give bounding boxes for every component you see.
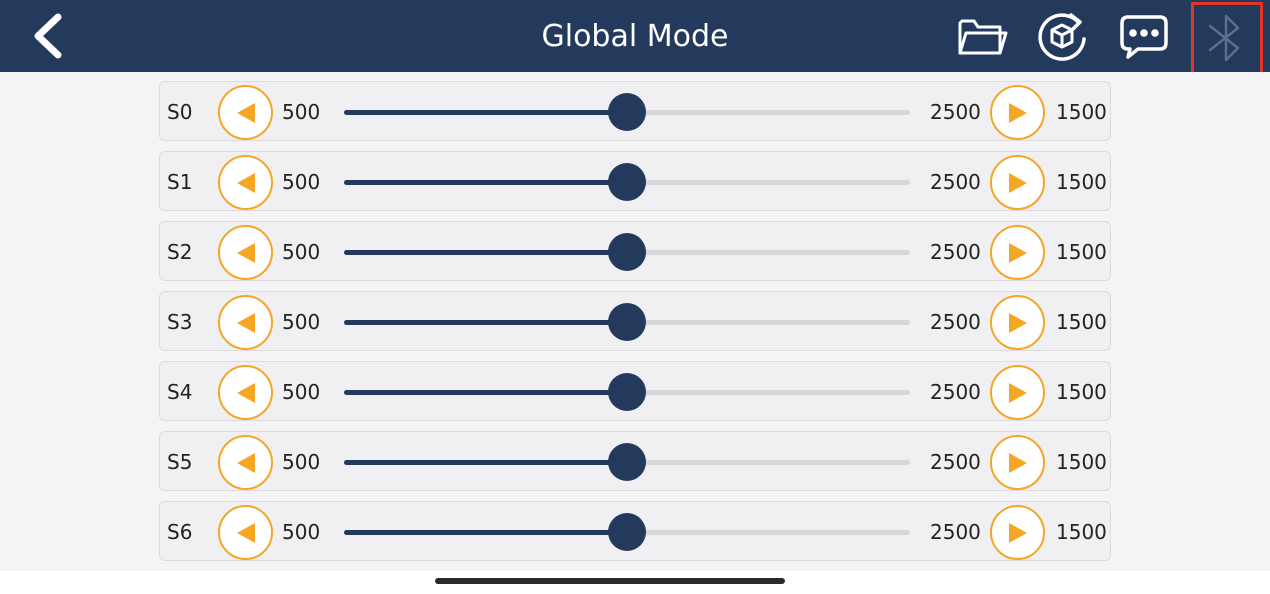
max-value: 2500 [930, 100, 981, 124]
decrease-button[interactable] [218, 155, 273, 210]
servo-slider[interactable] [344, 372, 910, 412]
triangle-left-icon [236, 242, 255, 263]
servo-slider[interactable] [344, 232, 910, 272]
increase-button[interactable] [990, 505, 1045, 560]
max-value: 2500 [930, 520, 981, 544]
servo-slider[interactable] [344, 302, 910, 342]
decrease-button[interactable] [218, 295, 273, 350]
increase-button[interactable] [990, 155, 1045, 210]
slider-fill [344, 530, 627, 535]
increase-button[interactable] [990, 365, 1045, 420]
servo-slider[interactable] [344, 512, 910, 552]
servo-row-s4: S4 500 2500 1500 [159, 361, 1111, 421]
triangle-right-icon [1008, 452, 1027, 473]
reset-button[interactable] [1034, 8, 1090, 64]
back-icon [34, 13, 62, 59]
decrease-button[interactable] [218, 505, 273, 560]
max-value: 2500 [930, 170, 981, 194]
servo-label: S0 [167, 100, 193, 124]
min-value: 500 [282, 450, 321, 474]
min-value: 500 [282, 520, 321, 544]
servo-row-s3: S3 500 2500 1500 [159, 291, 1111, 351]
min-value: 500 [282, 310, 321, 334]
slider-fill [344, 460, 627, 465]
decrease-button[interactable] [218, 435, 273, 490]
slider-thumb[interactable] [608, 443, 646, 481]
back-button[interactable] [26, 10, 70, 62]
servo-label: S4 [167, 380, 193, 404]
slider-thumb[interactable] [608, 303, 646, 341]
slider-thumb[interactable] [608, 373, 646, 411]
servo-slider[interactable] [344, 442, 910, 482]
current-value: 1500 [1056, 100, 1107, 124]
decrease-button[interactable] [218, 365, 273, 420]
triangle-left-icon [236, 102, 255, 123]
triangle-left-icon [236, 172, 255, 193]
top-bar: Global Mode [0, 0, 1270, 80]
increase-button[interactable] [990, 435, 1045, 490]
home-indicator[interactable] [435, 578, 785, 584]
triangle-right-icon [1008, 172, 1027, 193]
triangle-left-icon [236, 312, 255, 333]
increase-button[interactable] [990, 295, 1045, 350]
slider-fill [344, 180, 627, 185]
bottom-area [0, 571, 1270, 594]
bluetooth-highlight-box [1191, 2, 1263, 80]
current-value: 1500 [1056, 450, 1107, 474]
slider-fill [344, 250, 627, 255]
servo-label: S6 [167, 520, 193, 544]
max-value: 2500 [930, 240, 981, 264]
triangle-right-icon [1008, 312, 1027, 333]
folder-icon [958, 19, 1008, 55]
chat-bubble-icon [1120, 15, 1168, 59]
max-value: 2500 [930, 310, 981, 334]
message-button[interactable] [1116, 8, 1172, 64]
servo-slider[interactable] [344, 162, 910, 202]
triangle-left-icon [236, 522, 255, 543]
servo-row-s1: S1 500 2500 1500 [159, 151, 1111, 211]
servo-row-s0: S0 500 2500 1500 [159, 81, 1111, 141]
servo-label: S5 [167, 450, 193, 474]
max-value: 2500 [930, 450, 981, 474]
triangle-right-icon [1008, 242, 1027, 263]
current-value: 1500 [1056, 520, 1107, 544]
slider-fill [344, 320, 627, 325]
current-value: 1500 [1056, 170, 1107, 194]
triangle-right-icon [1008, 522, 1027, 543]
current-value: 1500 [1056, 240, 1107, 264]
max-value: 2500 [930, 380, 981, 404]
servo-row-s6: S6 500 2500 1500 [159, 501, 1111, 561]
servo-list: S0 500 2500 1500 S1 500 2500 1500 S2 500… [0, 72, 1270, 571]
slider-thumb[interactable] [608, 93, 646, 131]
decrease-button[interactable] [218, 225, 273, 280]
slider-thumb[interactable] [608, 163, 646, 201]
slider-fill [344, 110, 627, 115]
slider-thumb[interactable] [608, 513, 646, 551]
increase-button[interactable] [990, 85, 1045, 140]
decrease-button[interactable] [218, 85, 273, 140]
rotate-cube-icon [1038, 13, 1086, 61]
folder-button[interactable] [954, 8, 1010, 64]
triangle-right-icon [1008, 102, 1027, 123]
servo-label: S1 [167, 170, 193, 194]
triangle-left-icon [236, 452, 255, 473]
servo-slider[interactable] [344, 92, 910, 132]
servo-row-s5: S5 500 2500 1500 [159, 431, 1111, 491]
slider-thumb[interactable] [608, 233, 646, 271]
min-value: 500 [282, 380, 321, 404]
triangle-left-icon [236, 382, 255, 403]
current-value: 1500 [1056, 380, 1107, 404]
servo-label: S2 [167, 240, 193, 264]
min-value: 500 [282, 100, 321, 124]
servo-label: S3 [167, 310, 193, 334]
slider-fill [344, 390, 627, 395]
triangle-right-icon [1008, 382, 1027, 403]
min-value: 500 [282, 170, 321, 194]
servo-row-s2: S2 500 2500 1500 [159, 221, 1111, 281]
increase-button[interactable] [990, 225, 1045, 280]
min-value: 500 [282, 240, 321, 264]
current-value: 1500 [1056, 310, 1107, 334]
